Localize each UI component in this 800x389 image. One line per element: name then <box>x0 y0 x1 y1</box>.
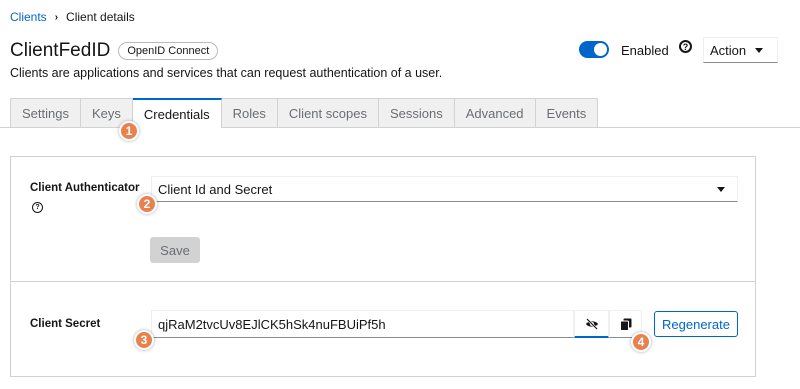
caret-down-icon <box>755 48 763 53</box>
tab-client-scopes[interactable]: Client scopes <box>277 98 379 128</box>
tab-settings[interactable]: Settings <box>10 98 81 128</box>
protocol-badge: OpenID Connect <box>118 42 219 60</box>
client-authenticator-label: Client Authenticator <box>30 182 140 194</box>
page-title: ClientFedID <box>10 40 111 61</box>
breadcrumb-current: Client details <box>66 10 135 24</box>
tab-bar: Settings Keys Credentials Roles Client s… <box>10 98 599 128</box>
tab-roles[interactable]: Roles <box>221 98 278 128</box>
annotation-marker-3: 3 <box>134 330 154 350</box>
annotation-marker-4: 4 <box>631 332 651 352</box>
enabled-label: Enabled <box>621 43 669 58</box>
breadcrumb: Clients › Client details <box>10 10 135 24</box>
annotation-marker-2: 2 <box>137 194 157 214</box>
authenticator-panel: Client Authenticator ? Client Id and Sec… <box>10 156 756 282</box>
eye-slash-icon <box>585 317 598 330</box>
tab-credentials[interactable]: Credentials <box>132 98 222 128</box>
page-subtitle: Clients are applications and services th… <box>10 66 443 80</box>
toggle-visibility-button[interactable] <box>574 310 609 338</box>
client-secret-panel: Client Secret qjRaM2tvcUv8EJlCK5hSk4nuFB… <box>10 281 756 377</box>
client-authenticator-select[interactable]: Client Id and Secret <box>151 176 738 202</box>
action-dropdown[interactable]: Action <box>703 37 778 63</box>
help-icon[interactable]: ? <box>32 202 43 213</box>
caret-down-icon <box>717 187 725 192</box>
client-secret-input[interactable]: qjRaM2tvcUv8EJlCK5hSk4nuFBUiPf5h <box>151 310 574 338</box>
client-authenticator-value: Client Id and Secret <box>158 181 273 197</box>
regenerate-button[interactable]: Regenerate <box>654 311 738 337</box>
tab-sessions[interactable]: Sessions <box>378 98 455 128</box>
title-row: ClientFedID OpenID Connect <box>10 40 219 62</box>
action-dropdown-label: Action <box>710 42 747 58</box>
client-secret-label: Client Secret <box>30 318 101 330</box>
annotation-marker-1: 1 <box>119 121 139 141</box>
copy-icon <box>619 318 631 331</box>
toggle-knob <box>594 43 607 56</box>
help-icon[interactable]: ? <box>679 40 692 53</box>
breadcrumb-clients-link[interactable]: Clients <box>10 10 47 24</box>
enabled-toggle[interactable] <box>579 41 609 58</box>
tab-advanced[interactable]: Advanced <box>454 98 536 128</box>
save-button[interactable]: Save <box>150 237 200 263</box>
tab-events[interactable]: Events <box>535 98 599 128</box>
chevron-right-icon: › <box>54 11 59 23</box>
